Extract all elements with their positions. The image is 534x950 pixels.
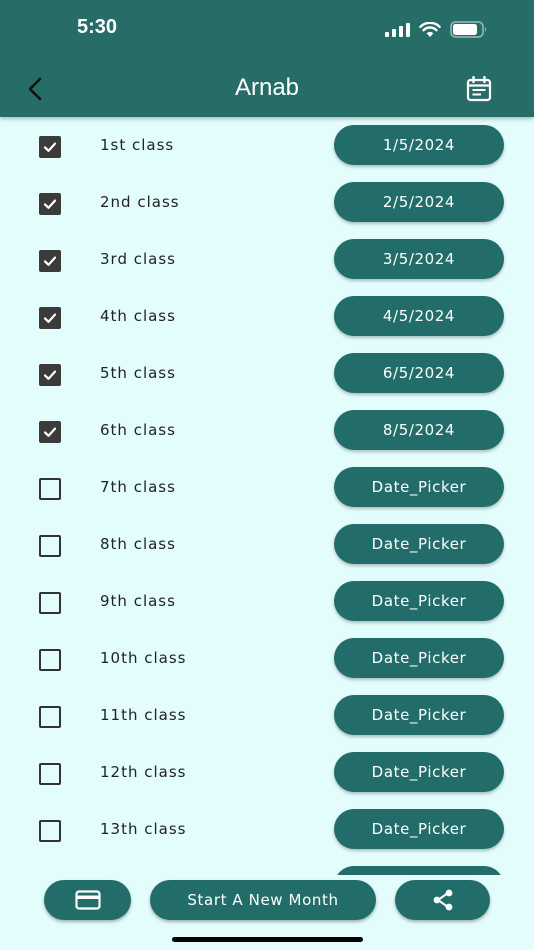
class-row: 10th class Date_Picker [0, 630, 534, 687]
wifi-icon [419, 21, 441, 37]
class-label: 13th class [100, 820, 187, 838]
class-checkbox[interactable] [39, 535, 61, 557]
credit-card-icon [74, 890, 101, 910]
class-label: 6th class [100, 421, 176, 439]
class-row: 13th class Date_Picker [0, 801, 534, 858]
class-label: 4th class [100, 307, 176, 325]
class-row: 11th class Date_Picker [0, 687, 534, 744]
page-title: Arnab [234, 74, 300, 101]
payment-button[interactable] [44, 880, 131, 920]
class-row: 6th class 8/5/2024 [0, 402, 534, 459]
start-new-month-label: Start A New Month [187, 891, 339, 909]
class-checkbox[interactable] [39, 592, 61, 614]
class-checkbox[interactable] [39, 193, 61, 215]
date-picker-button[interactable] [334, 866, 504, 875]
checkmark-icon [43, 142, 57, 152]
date-picker-button[interactable]: Date_Picker [334, 524, 504, 564]
start-new-month-button[interactable]: Start A New Month [150, 880, 376, 920]
date-picker-button[interactable]: 2/5/2024 [334, 182, 504, 222]
cellular-signal-icon [385, 22, 410, 37]
date-picker-button[interactable]: Date_Picker [334, 638, 504, 678]
date-picker-button[interactable]: 8/5/2024 [334, 410, 504, 450]
date-picker-button[interactable]: Date_Picker [334, 752, 504, 792]
class-checkbox[interactable] [39, 820, 61, 842]
class-checkbox[interactable] [39, 364, 61, 386]
home-indicator [172, 937, 363, 942]
class-checkbox[interactable] [39, 250, 61, 272]
date-picker-button[interactable]: Date_Picker [334, 695, 504, 735]
class-label: 3rd class [100, 250, 176, 268]
class-label: 9th class [100, 592, 176, 610]
class-label: 10th class [100, 649, 187, 667]
class-row: 7th class Date_Picker [0, 459, 534, 516]
status-icons [385, 21, 488, 38]
class-checkbox[interactable] [39, 478, 61, 500]
date-picker-button[interactable]: Date_Picker [334, 809, 504, 849]
class-checkbox[interactable] [39, 763, 61, 785]
class-checkbox[interactable] [39, 421, 61, 443]
date-picker-button[interactable]: Date_Picker [334, 467, 504, 507]
class-label: 5th class [100, 364, 176, 382]
class-row: 4th class 4/5/2024 [0, 288, 534, 345]
class-label: 2nd class [100, 193, 180, 211]
app-header: 5:30 Arnab [0, 0, 534, 117]
class-row: 2nd class 2/5/2024 [0, 174, 534, 231]
class-row: 9th class Date_Picker [0, 573, 534, 630]
date-picker-button[interactable]: 4/5/2024 [334, 296, 504, 336]
checkmark-icon [43, 427, 57, 437]
class-label: 7th class [100, 478, 176, 496]
share-button[interactable] [395, 880, 490, 920]
date-picker-button[interactable]: 1/5/2024 [334, 125, 504, 165]
class-checkbox[interactable] [39, 706, 61, 728]
class-label: 12th class [100, 763, 187, 781]
status-time: 5:30 [77, 16, 118, 38]
class-row: 5th class 6/5/2024 [0, 345, 534, 402]
date-picker-button[interactable]: 6/5/2024 [334, 353, 504, 393]
date-picker-button[interactable]: 3/5/2024 [334, 239, 504, 279]
class-label: 1st class [100, 136, 175, 154]
date-picker-button[interactable]: Date_Picker [334, 581, 504, 621]
checkmark-icon [43, 256, 57, 266]
class-row: 3rd class 3/5/2024 [0, 231, 534, 288]
class-row: 8th class Date_Picker [0, 516, 534, 573]
class-list[interactable]: 1st class 1/5/2024 2nd class 2/5/2024 3r… [0, 117, 534, 875]
class-checkbox[interactable] [39, 307, 61, 329]
calendar-button[interactable] [466, 75, 492, 102]
battery-icon [450, 21, 486, 38]
checkmark-icon [43, 370, 57, 380]
class-row-partial [0, 858, 534, 875]
calendar-icon [466, 75, 492, 102]
class-row: 1st class 1/5/2024 [0, 117, 534, 174]
class-checkbox[interactable] [39, 136, 61, 158]
class-row: 12th class Date_Picker [0, 744, 534, 801]
class-label: 8th class [100, 535, 176, 553]
class-label: 11th class [100, 706, 187, 724]
class-checkbox[interactable] [39, 649, 61, 671]
share-icon [433, 889, 452, 911]
checkmark-icon [43, 199, 57, 209]
checkmark-icon [43, 313, 57, 323]
